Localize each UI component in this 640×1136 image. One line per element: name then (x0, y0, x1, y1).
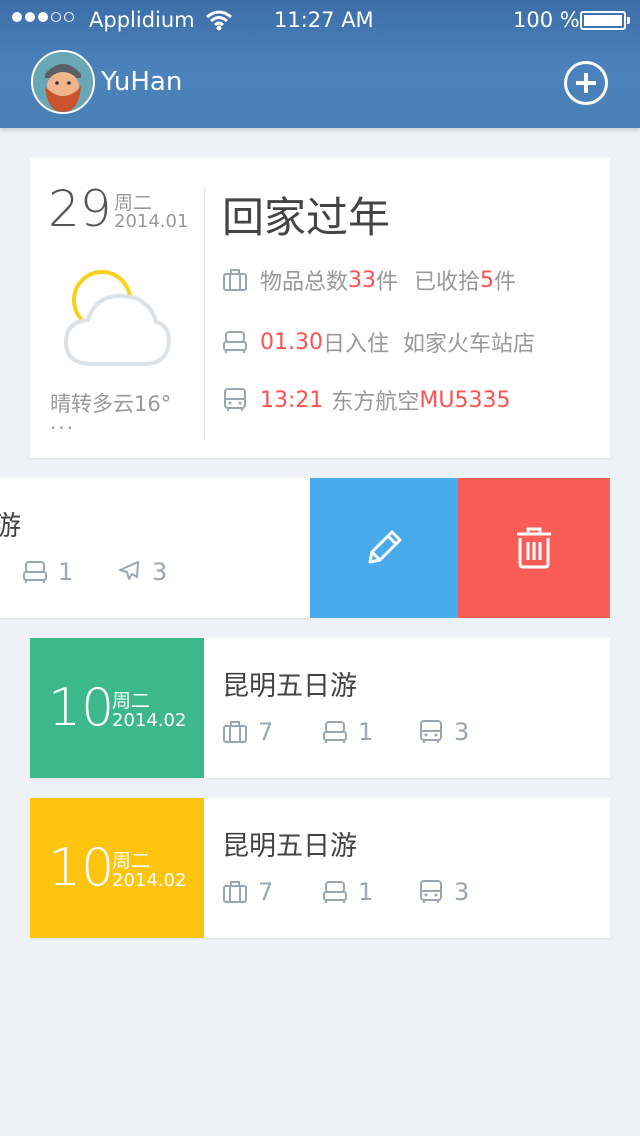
trip-month: 2014.02 (112, 710, 187, 731)
hotel-count: 1 (358, 718, 374, 746)
luggage-icon (223, 881, 247, 903)
bed-icon (223, 331, 247, 353)
packed-count: 5 (480, 267, 495, 293)
items-row: 物品总数 33 件 已收拾 5 件 (222, 264, 516, 296)
items-stat: 7 (222, 718, 273, 746)
bed-icon (323, 881, 347, 903)
bus-icon (420, 880, 442, 903)
airplane-icon (119, 561, 139, 580)
user-avatar[interactable] (31, 50, 95, 114)
checkin-label: 日入住 (322, 332, 389, 357)
edit-button[interactable] (310, 478, 458, 618)
items-count: 7 (258, 718, 274, 746)
hotel-stat: 1 (322, 878, 373, 906)
divider (204, 188, 205, 438)
wifi-icon (206, 10, 232, 31)
app-header: Applidium 11:27 AM 100 % YuHan (0, 0, 640, 128)
bed-icon (23, 561, 47, 583)
trip-card[interactable]: 10 周二 2014.02 昆明五日游 7 1 3 (30, 638, 610, 778)
flight-number: MU5335 (419, 387, 511, 413)
items-total: 33 (348, 267, 377, 293)
hotel-stat: 1 (22, 558, 73, 586)
items-stat: 7 (222, 878, 273, 906)
trip-title: 昆明五日游 (0, 511, 21, 542)
hotel-count: 1 (58, 558, 74, 586)
transport-count: 3 (454, 878, 470, 906)
transport-time: 13:21 (260, 387, 324, 413)
flight-stat: 3 (116, 558, 167, 586)
status-bar: Applidium 11:27 AM 100 % (0, 0, 640, 40)
delete-button[interactable] (458, 478, 610, 618)
transport-stat: 3 (418, 718, 469, 746)
status-time: 11:27 AM (274, 8, 374, 32)
luggage-icon (223, 721, 247, 743)
trip-title: 回家过年 (222, 193, 391, 242)
bus-icon (420, 720, 442, 743)
transport-stat: 3 (418, 878, 469, 906)
partly-cloudy-icon (63, 270, 171, 366)
bed-icon (323, 721, 347, 743)
items-label: 物品总数 (260, 270, 349, 295)
packed-unit: 件 (494, 270, 517, 295)
trip-day: 29 (48, 180, 112, 238)
hotel-stat: 1 (322, 718, 373, 746)
more-options[interactable]: ··· (50, 416, 75, 440)
checkin-date: 01.30 (260, 329, 323, 355)
hotel-row: 01.30 日入住 如家火车站店 (222, 326, 535, 358)
bus-icon (224, 388, 246, 411)
trip-day: 10 (48, 838, 115, 898)
trip-month: 2014.02 (112, 870, 187, 891)
trip-month: 2014.01 (114, 211, 189, 232)
trip-card[interactable]: 10 周二 2014.02 昆明五日游 7 1 3 (30, 798, 610, 938)
transport-count: 3 (454, 718, 470, 746)
trip-title: 昆明五日游 (222, 831, 357, 862)
airline: 东方航空 (331, 390, 420, 415)
add-trip-button[interactable] (564, 61, 608, 105)
weather-text: 晴转多云16° (50, 392, 172, 416)
packed-label: 已收拾 (414, 270, 481, 295)
pencil-icon (368, 530, 402, 564)
items-unit: 件 (376, 270, 399, 295)
swiped-trip-card[interactable]: 昆明五日游 1 3 (0, 478, 310, 618)
battery-icon (580, 11, 630, 30)
username: YuHan (101, 67, 183, 97)
battery-percent: 100 % (513, 8, 580, 32)
date-block: 10 周二 2014.02 (30, 638, 204, 778)
trash-icon (517, 527, 551, 569)
items-count: 7 (258, 878, 274, 906)
trip-weekday: 周二 (112, 690, 151, 712)
trip-title: 昆明五日游 (222, 671, 357, 702)
flight-count: 3 (152, 558, 168, 586)
signal-strength-icon (12, 12, 74, 22)
hotel-count: 1 (358, 878, 374, 906)
trip-day: 10 (48, 678, 115, 738)
trip-weekday: 周二 (112, 850, 151, 872)
transport-row: 13:21 东方航空 MU5335 (222, 384, 511, 416)
current-trip-card[interactable]: 29 周二 2014.01 晴转多云16° ··· 回家过年 物品总数 33 件… (30, 158, 610, 458)
carrier-name: Applidium (89, 8, 195, 32)
hotel-name: 如家火车站店 (403, 332, 536, 357)
date-block: 10 周二 2014.02 (30, 798, 204, 938)
luggage-icon (223, 269, 247, 291)
